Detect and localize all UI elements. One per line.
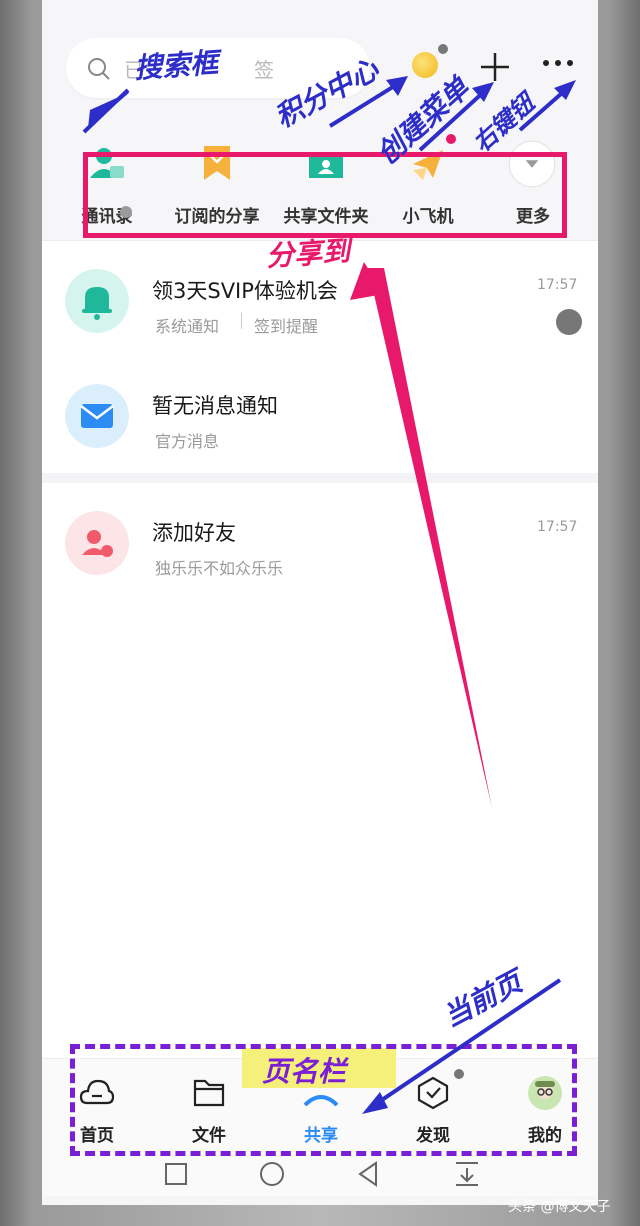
arrow-current-page-head [362,1092,388,1114]
annotation-search-box: 搜索框 [133,46,220,85]
annotation-page-name-bar: 页名栏 [262,1055,347,1088]
annotation-share-to: 分享到 [265,234,352,273]
annotation-arrows [82,76,576,1114]
watermark: 头条 @博文天子 [508,1199,611,1215]
arrow-points-head [386,76,408,96]
arrow-share-to [368,268,492,808]
